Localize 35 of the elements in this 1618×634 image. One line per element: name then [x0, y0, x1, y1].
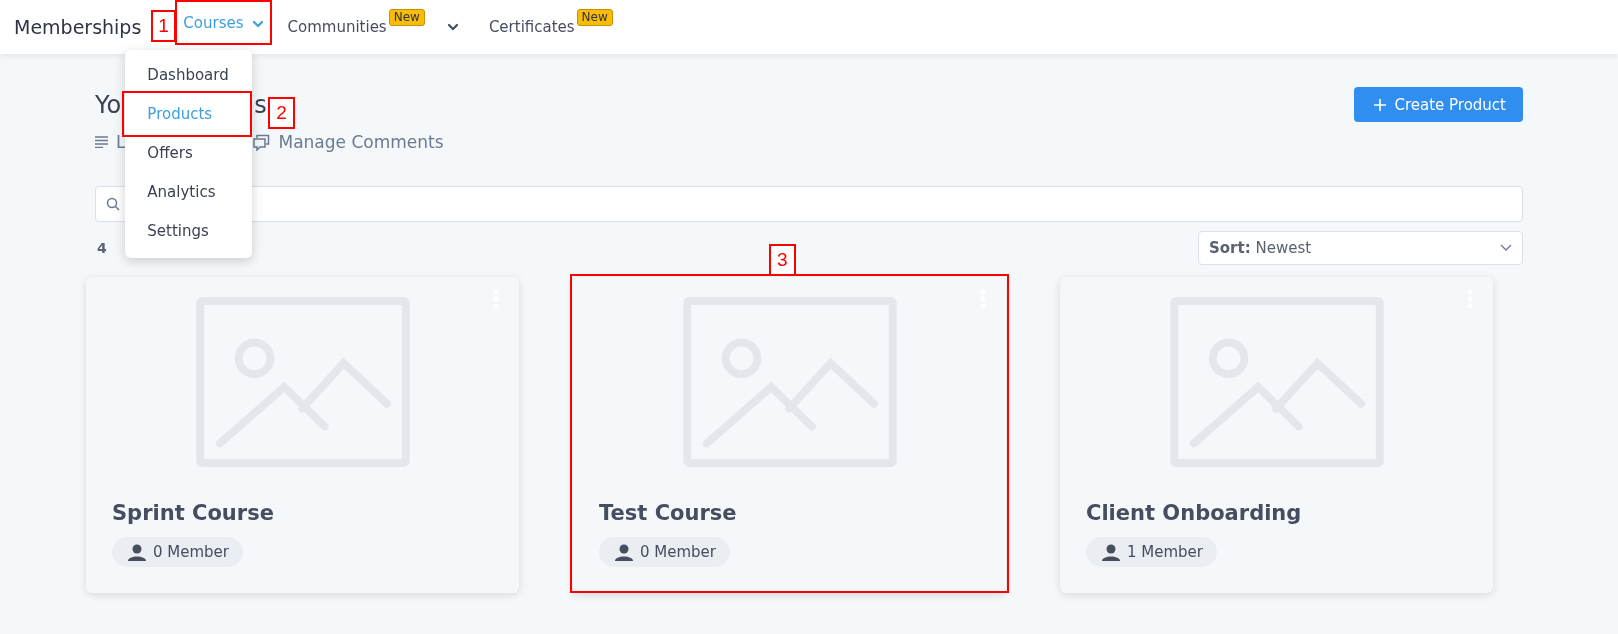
person-icon — [615, 543, 633, 561]
tab-link[interactable]: L — [95, 132, 126, 152]
menu-item[interactable]: Settings — [125, 211, 253, 250]
annotation-label: 1 — [151, 10, 176, 42]
new-badge: New — [576, 9, 613, 26]
list-icon — [95, 136, 108, 148]
product-count: 4 — [97, 240, 107, 256]
tab-link[interactable]: Manage Comments — [253, 132, 444, 152]
page-heading: Yo — [95, 91, 122, 119]
card-title[interactable]: Test Course — [599, 501, 980, 525]
member-count: 0 Member — [112, 537, 243, 567]
chevron-down-icon[interactable] — [446, 21, 459, 33]
person-icon — [1102, 543, 1120, 561]
chevron-down-icon — [1500, 244, 1512, 252]
sort-select[interactable]: Sort: Newest — [1198, 231, 1523, 265]
app-title: Memberships — [14, 16, 142, 38]
menu-item[interactable]: Offers — [125, 133, 253, 172]
plus-icon — [1374, 98, 1387, 111]
member-count: 0 Member — [599, 537, 730, 567]
new-badge: New — [388, 9, 425, 26]
search-icon — [106, 197, 120, 211]
menu-item[interactable]: Analytics — [125, 172, 253, 211]
card-title[interactable]: Sprint Course — [112, 501, 493, 525]
card-title[interactable]: Client Onboarding — [1086, 501, 1467, 525]
menu-item[interactable]: Dashboard — [125, 55, 253, 94]
comments-icon — [253, 133, 271, 151]
page-heading: s — [254, 91, 267, 119]
search-field[interactable] — [95, 186, 1523, 222]
product-card[interactable]: Sprint Course 0 Member — [86, 277, 519, 593]
person-icon — [128, 543, 146, 561]
product-card[interactable]: Client Onboarding 1 Member — [1060, 277, 1493, 593]
annotation-label: 2 — [268, 97, 295, 129]
product-card[interactable]: Test Course 0 Member — [573, 277, 1006, 593]
member-count: 1 Member — [1086, 537, 1217, 567]
annotation-label: 3 — [769, 244, 796, 276]
